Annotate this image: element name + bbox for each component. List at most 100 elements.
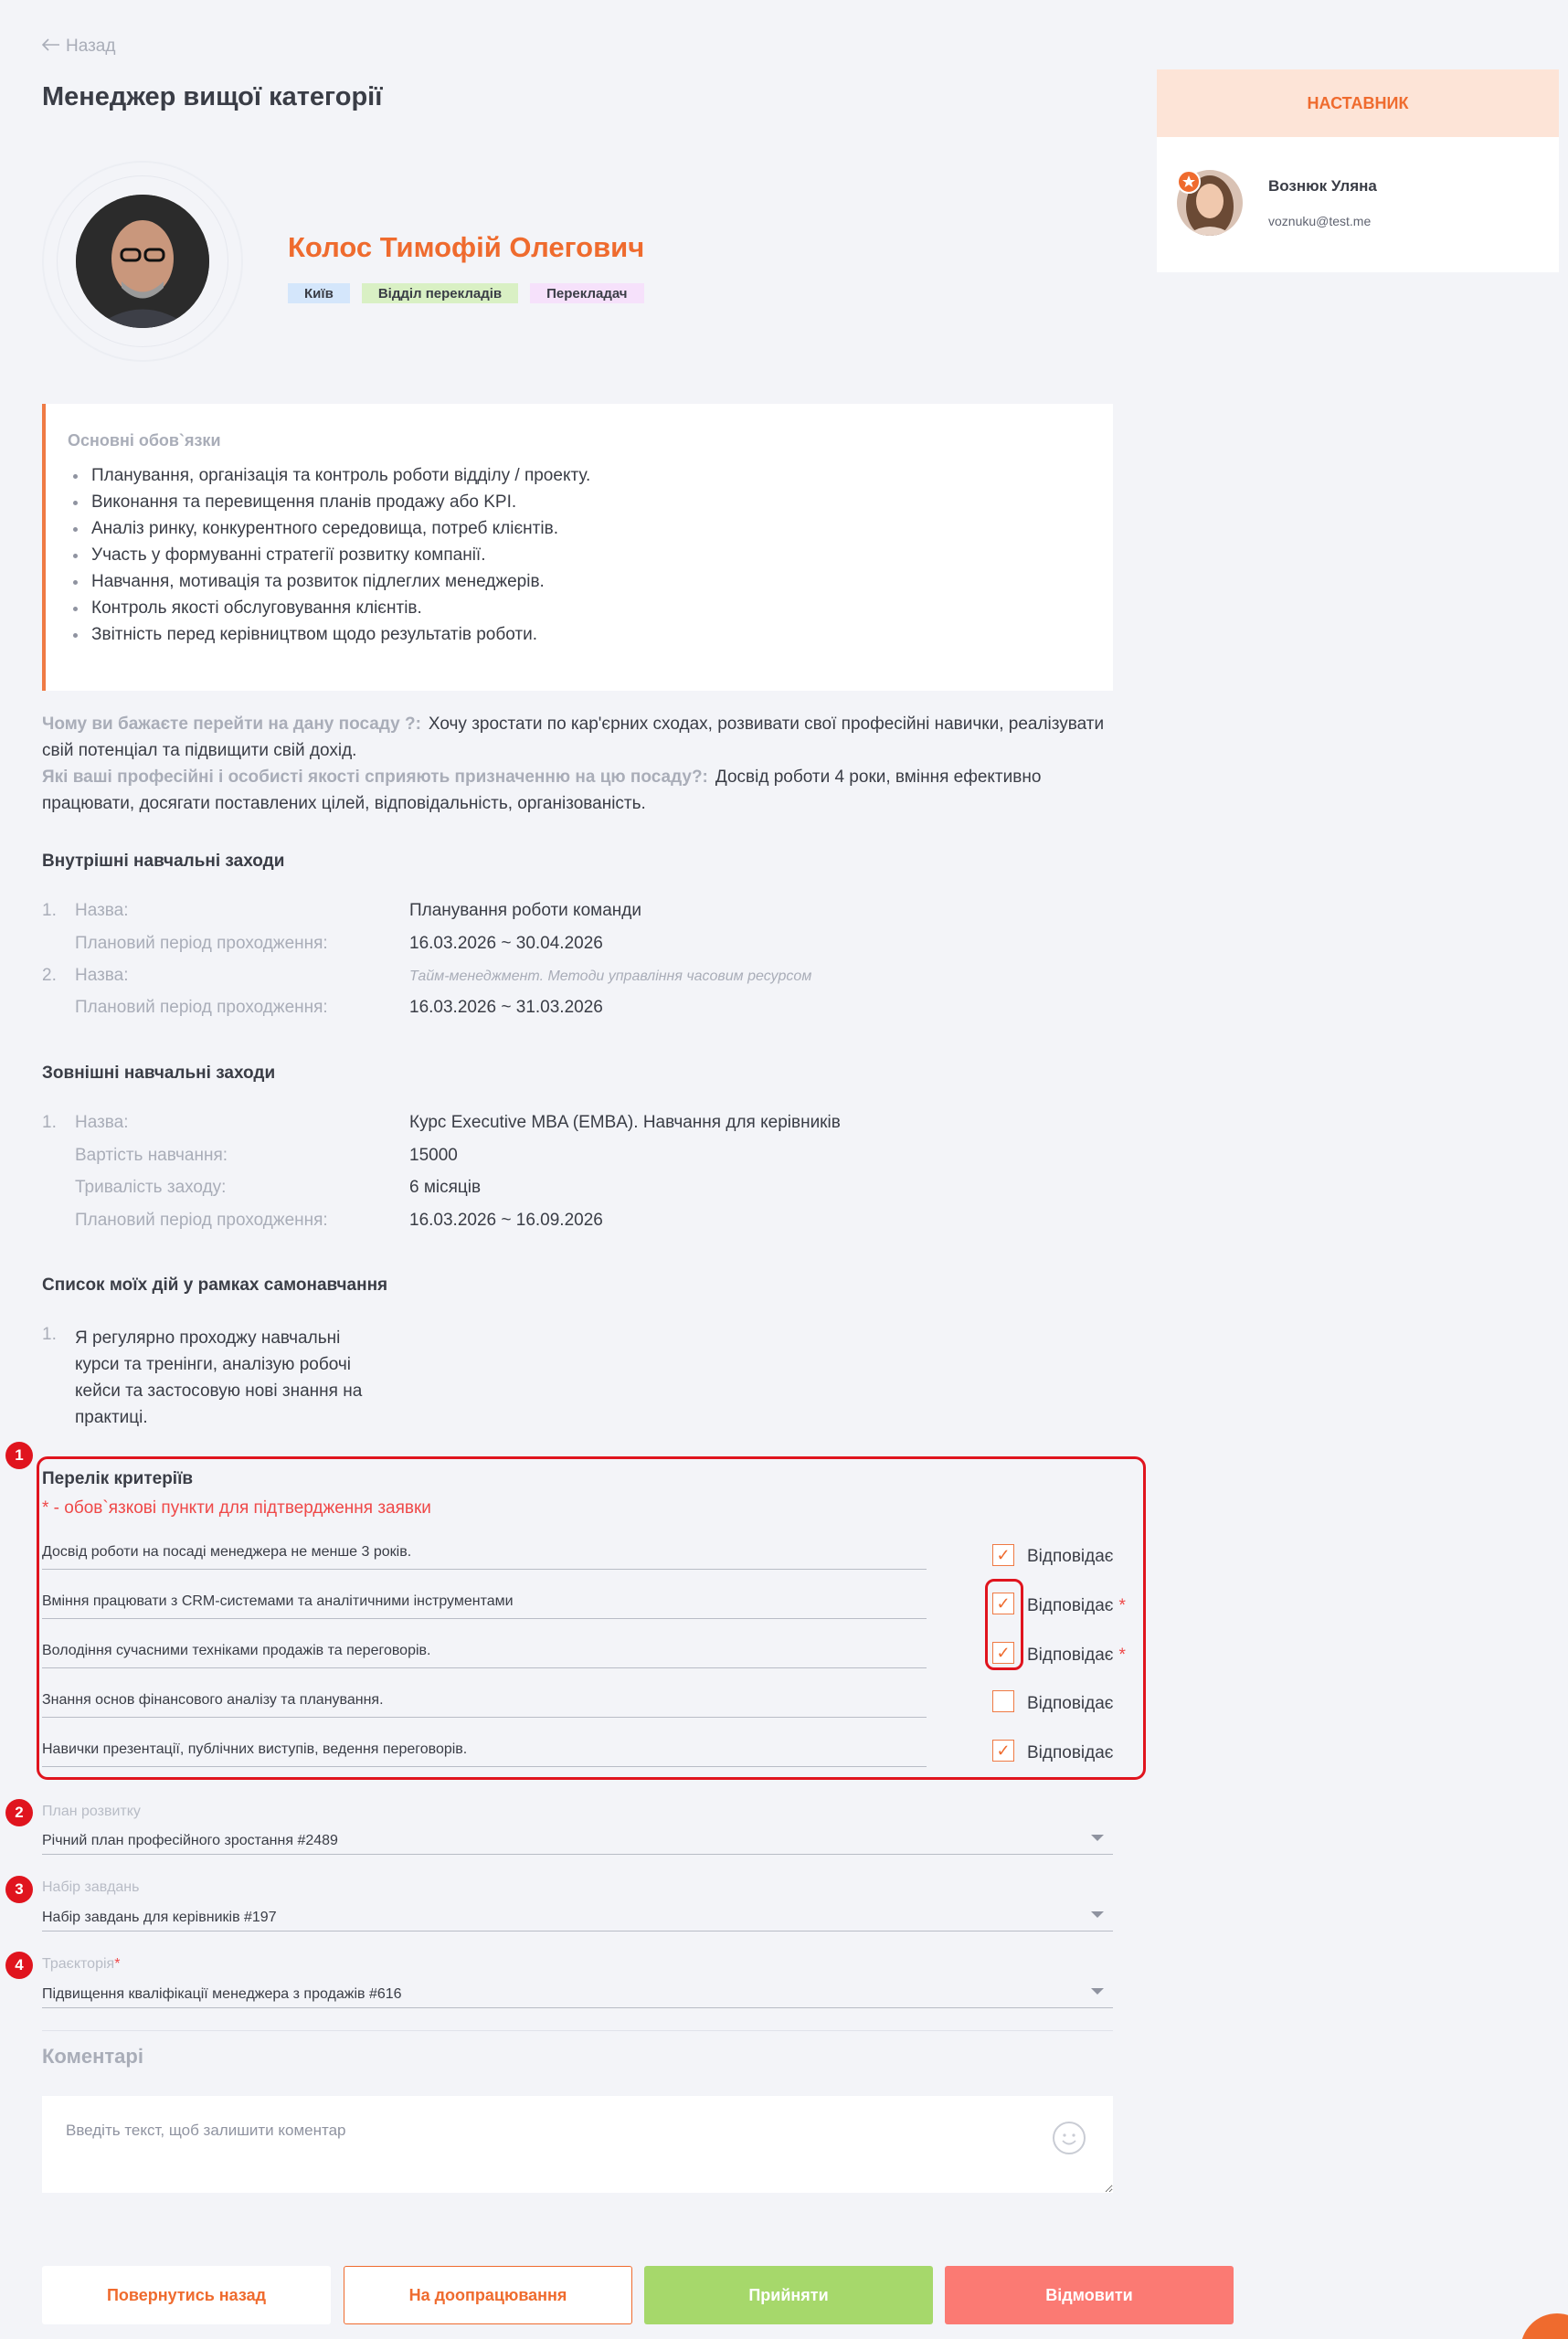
callout-badge: 3 — [5, 1876, 33, 1903]
criterion-check-label: Відповідає * — [1027, 1646, 1126, 1666]
employee-tags: Київ Відділ перекладів Перекладач — [288, 283, 644, 303]
internal-trainings-title: Внутрішні навчальні заходи — [42, 852, 285, 871]
trajectory-select[interactable]: Підвищення кваліфікації менеджера з прод… — [42, 1981, 1113, 2008]
criterion-check-label: Відповідає * — [1027, 1596, 1126, 1616]
criterion-check-label: Відповідає — [1027, 1547, 1114, 1567]
criterion-text: Вміння працювати з CRM-системами та анал… — [42, 1593, 927, 1619]
page-title: Менеджер вищої категорії — [42, 82, 383, 111]
text-line: курси та тренінги, аналізую робочі — [75, 1355, 351, 1374]
item-number: 1. — [42, 1325, 57, 1344]
criterion-checkbox[interactable] — [992, 1690, 1014, 1712]
self-study-text: Я регулярно проходжу навчальні курси та … — [75, 1325, 362, 1431]
required-mark: * — [1118, 1646, 1126, 1665]
text-line: кейси та застосовую нові знання на — [75, 1381, 363, 1401]
list-item: Виконання та перевищення планів продажу … — [73, 489, 1113, 515]
criterion-text: Знання основ фінансового аналізу та план… — [42, 1692, 927, 1718]
check-label-text: Відповідає — [1027, 1743, 1114, 1762]
training-duration: 6 місяців — [409, 1178, 482, 1197]
callout-badge: 1 — [5, 1442, 33, 1469]
return-button[interactable]: Повернутись назад — [42, 2266, 331, 2324]
criteria-note: * - обов`язкові пункти для підтвердження… — [42, 1498, 431, 1518]
check-label-text: Відповідає — [1027, 1596, 1114, 1615]
rework-button[interactable]: На доопрацювання — [344, 2266, 632, 2324]
development-plan-select[interactable]: Річний план професійного зростання #2489 — [42, 1827, 1113, 1855]
required-checkbox-highlight — [985, 1579, 1023, 1670]
divider — [42, 2030, 1113, 2031]
training-name: Тайм-менеджмент. Методи управління часов… — [409, 968, 812, 984]
development-plan-label: План розвитку — [42, 1804, 141, 1819]
comment-input[interactable] — [42, 2096, 1113, 2193]
avatar-frame — [42, 161, 243, 362]
field-label: Назва: — [75, 901, 129, 920]
reject-button[interactable]: Відмовити — [945, 2266, 1234, 2324]
field-label: Тривалість заходу: — [75, 1178, 227, 1197]
duties-title: Основні обов`язки — [68, 431, 221, 450]
chevron-down-icon — [1091, 1988, 1104, 1995]
criterion-text: Володіння сучасними техніками продажів т… — [42, 1643, 927, 1668]
criterion-checkbox[interactable]: ✓ — [992, 1544, 1014, 1566]
duties-list: Планування, організація та контроль робо… — [68, 462, 1113, 648]
criterion-check-label: Відповідає — [1027, 1694, 1114, 1714]
check-label-text: Відповідає — [1027, 1694, 1114, 1713]
tag-position: Перекладач — [530, 283, 644, 303]
select-value: Річний план професійного зростання #2489 — [42, 1833, 338, 1848]
mentor-name: Вознюк Уляна — [1268, 177, 1377, 195]
chevron-down-icon — [1091, 1835, 1104, 1841]
avatar — [76, 195, 209, 328]
check-label-text: Відповідає — [1027, 1646, 1114, 1665]
field-label: Плановий період проходження: — [75, 1211, 328, 1230]
criteria-title: Перелік критеріїв — [42, 1469, 194, 1488]
accept-button[interactable]: Прийняти — [644, 2266, 933, 2324]
external-trainings-title: Зовнішні навчальні заходи — [42, 1064, 276, 1083]
callout-badge: 4 — [5, 1952, 33, 1979]
comment-box — [42, 2096, 1113, 2193]
question-label: Які ваші професійні і особисті якості сп… — [42, 767, 708, 787]
list-item: Аналіз ринку, конкурентного середовища, … — [73, 515, 1113, 542]
select-value: Набір завдань для керівників #197 — [42, 1910, 277, 1925]
trajectory-label: Траєкторія* — [42, 1956, 120, 1973]
criterion-checkbox[interactable]: ✓ — [992, 1740, 1014, 1762]
training-name: Планування роботи команди — [409, 901, 641, 920]
criterion-text: Досвід роботи на посаді менеджера не мен… — [42, 1544, 927, 1570]
chevron-down-icon — [1091, 1911, 1104, 1918]
item-number: 2. — [42, 966, 57, 985]
task-set-select[interactable]: Набір завдань для керівників #197 — [42, 1904, 1113, 1932]
criterion-text: Навички презентації, публічних виступів,… — [42, 1741, 927, 1767]
arrow-left-icon — [41, 37, 60, 57]
select-value: Підвищення кваліфікації менеджера з прод… — [42, 1986, 402, 2002]
training-cost: 15000 — [409, 1146, 458, 1165]
emoji-icon[interactable] — [1053, 2122, 1086, 2154]
list-item: Звітність перед керівництвом щодо резуль… — [73, 621, 1113, 648]
training-period: 16.03.2026 ~ 16.09.2026 — [409, 1211, 603, 1230]
application-answers: Чому ви бажаєте перейти на дану посаду ?… — [42, 711, 1120, 817]
required-mark: * — [1118, 1596, 1126, 1615]
star-icon — [1177, 170, 1201, 194]
question-label: Чому ви бажаєте перейти на дану посаду ?… — [42, 714, 421, 734]
comments-title: Коментарі — [42, 2045, 143, 2068]
duties-panel: Основні обов`язки Планування, організаці… — [42, 404, 1113, 691]
callout-badge: 2 — [5, 1799, 33, 1826]
list-item: Навчання, мотивація та розвиток підлегли… — [73, 568, 1113, 595]
required-mark: * — [114, 1956, 121, 1972]
employee-name: Колос Тимофій Олегович — [288, 231, 645, 263]
back-link[interactable]: Назад — [41, 37, 116, 57]
tag-department: Відділ перекладів — [361, 283, 519, 303]
self-study-title: Список моїх дій у рамках самонавчання — [42, 1275, 388, 1295]
back-link-label: Назад — [66, 37, 116, 56]
training-period: 16.03.2026 ~ 31.03.2026 — [409, 998, 603, 1017]
field-label: Плановий період проходження: — [75, 934, 328, 953]
field-label: Назва: — [75, 966, 129, 985]
list-item: Участь у формуванні стратегії розвитку к… — [73, 542, 1113, 568]
tag-city: Київ — [288, 283, 350, 303]
training-period: 16.03.2026 ~ 30.04.2026 — [409, 934, 603, 953]
check-label-text: Відповідає — [1027, 1547, 1114, 1566]
mentor-email: voznuku@test.me — [1268, 214, 1372, 228]
list-item: Планування, організація та контроль робо… — [73, 462, 1113, 489]
list-item: Контроль якості обслуговування клієнтів. — [73, 595, 1113, 621]
item-number: 1. — [42, 1113, 57, 1132]
trajectory-label-text: Траєкторія — [42, 1956, 115, 1972]
field-label: Плановий період проходження: — [75, 998, 328, 1017]
field-label: Назва: — [75, 1113, 129, 1132]
help-button[interactable] — [1520, 2313, 1568, 2339]
text-line: практиці. — [75, 1408, 148, 1427]
